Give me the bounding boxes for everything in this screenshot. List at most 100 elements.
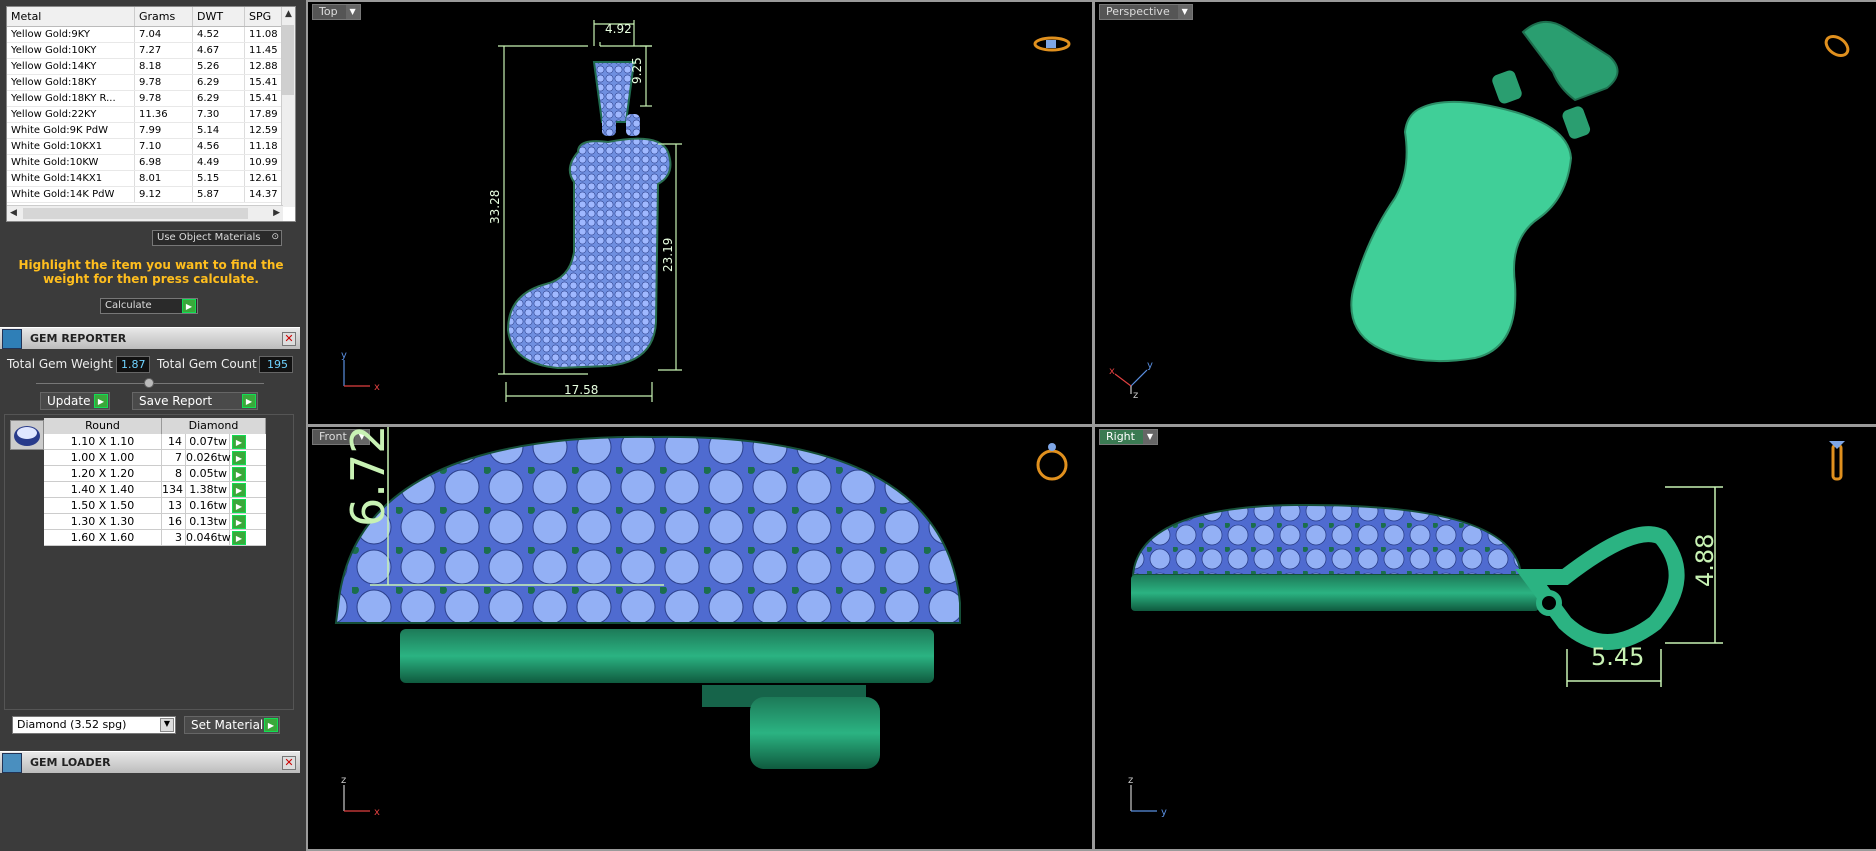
select-gem-icon[interactable]: ▶	[232, 435, 246, 449]
splitter-handle-icon[interactable]	[144, 378, 154, 388]
metal-cell: 9.12	[135, 187, 193, 202]
gem-reporter-header[interactable]: GEM REPORTER ✕	[0, 327, 300, 349]
header-spg[interactable]: SPG	[245, 7, 285, 26]
metal-row[interactable]: White Gold:10KW 6.98 4.49 10.99	[7, 155, 295, 171]
ring-icon[interactable]	[1823, 33, 1852, 60]
select-gem-icon[interactable]: ▶	[232, 467, 246, 481]
gem-loader-header[interactable]: GEM LOADER ✕	[0, 751, 300, 773]
scroll-up-icon[interactable]: ▲	[285, 9, 292, 19]
vscroll-thumb[interactable]	[282, 25, 294, 95]
select-gem-icon[interactable]: ▶	[232, 499, 246, 513]
hscroll-thumb[interactable]	[23, 208, 248, 219]
ring-upright-icon[interactable]	[1036, 443, 1068, 481]
viewport-perspective[interactable]: Perspective ▼ x y z	[1095, 2, 1876, 424]
metal-cell: White Gold:10KW	[7, 155, 135, 170]
metal-cell: 12.88	[245, 59, 285, 74]
gem-loader-title: GEM LOADER	[30, 756, 111, 769]
metal-row[interactable]: Yellow Gold:14KY 8.18 5.26 12.88	[7, 59, 295, 75]
viewport-top[interactable]: Top ▼ 4.92 9.25 33.28 23.19 17.58 y x	[308, 2, 1092, 424]
select-gem-icon[interactable]: ▶	[232, 451, 246, 465]
dim-front-height: 6.72	[341, 427, 395, 527]
metal-table-hscroll[interactable]: ◀ ▶	[7, 205, 283, 221]
gem-cell: 1.30 X 1.30	[44, 514, 162, 529]
metal-row[interactable]: Yellow Gold:9KY 7.04 4.52 11.08	[7, 27, 295, 43]
axis-triad-front: z x	[341, 775, 380, 818]
gem-row[interactable]: 1.00 X 1.00 7 0.026tw ▶	[44, 450, 266, 466]
calculate-button[interactable]: Calculate ▶	[100, 298, 198, 314]
metal-row[interactable]: White Gold:9K PdW 7.99 5.14 12.59	[7, 123, 295, 139]
metal-row[interactable]: White Gold:10KX1 7.10 4.56 11.18	[7, 139, 295, 155]
metal-cell: 15.41	[245, 75, 285, 90]
axis-triad-perspective: x y z	[1109, 360, 1153, 401]
metal-row[interactable]: Yellow Gold:10KY 7.27 4.67 11.45	[7, 43, 295, 59]
select-gem-icon[interactable]: ▶	[232, 515, 246, 529]
gem-cell: 0.05tw	[186, 466, 230, 481]
metal-cell: 7.99	[135, 123, 193, 138]
metal-row[interactable]: Yellow Gold:18KY 9.78 6.29 15.41	[7, 75, 295, 91]
metal-cell: 7.27	[135, 43, 193, 58]
metal-cell: 12.61	[245, 171, 285, 186]
metal-row[interactable]: White Gold:14K PdW 9.12 5.87 14.37	[7, 187, 295, 203]
metal-cell: Yellow Gold:18KY R...	[7, 91, 135, 106]
gem-row[interactable]: 1.10 X 1.10 14 0.07tw ▶	[44, 434, 266, 450]
gem-reporter-icon	[2, 329, 22, 349]
metal-cell: White Gold:14KX1	[7, 171, 135, 186]
gem-cell: 134	[162, 482, 186, 497]
round-diamond-icon[interactable]	[10, 420, 44, 450]
header-stone: Diamond	[162, 418, 266, 434]
dim-top-body-width: 17.58	[564, 383, 598, 397]
scroll-right-icon[interactable]: ▶	[273, 208, 280, 218]
total-gem-count-label: Total Gem Count	[157, 357, 257, 371]
update-button[interactable]: Update ▶	[40, 392, 110, 410]
gem-row[interactable]: 1.20 X 1.20 8 0.05tw ▶	[44, 466, 266, 482]
set-material-button[interactable]: Set Material ▶	[184, 716, 280, 734]
metal-row[interactable]: White Gold:14KX1 8.01 5.15 12.61	[7, 171, 295, 187]
metal-cell: 6.29	[193, 75, 245, 90]
gem-row[interactable]: 1.40 X 1.40 134 1.38tw ▶	[44, 482, 266, 498]
stocking-perspective-view	[1350, 21, 1619, 363]
metal-cell: 17.89	[245, 107, 285, 122]
metal-cell: 5.26	[193, 59, 245, 74]
gem-cell: 8	[162, 466, 186, 481]
metal-row[interactable]: Yellow Gold:18KY R... 9.78 6.29 15.41	[7, 91, 295, 107]
ring-icon[interactable]	[1033, 36, 1071, 52]
play-icon: ▶	[242, 394, 256, 408]
viewport-right[interactable]: Right ▼ 4.88 5.45 z y	[1095, 427, 1876, 849]
metal-cell: 15.41	[245, 91, 285, 106]
stocking-front-view	[334, 435, 961, 769]
axis-label: z	[341, 775, 346, 786]
chevron-down-icon[interactable]: ▼	[160, 718, 174, 732]
header-grams[interactable]: Grams	[135, 7, 193, 26]
metal-weight-table[interactable]: Metal Grams DWT SPG Yellow Gold:9KY 7.04 4…	[6, 6, 296, 222]
stocking-top-view	[506, 61, 672, 370]
metal-cell: 11.36	[135, 107, 193, 122]
gem-cell: 13	[162, 498, 186, 513]
close-icon[interactable]: ✕	[282, 332, 296, 346]
gem-cell: 1.00 X 1.00	[44, 450, 162, 465]
gem-row[interactable]: 1.60 X 1.60 3 0.046tw ▶	[44, 530, 266, 546]
gem-row[interactable]: 1.50 X 1.50 13 0.16tw ▶	[44, 498, 266, 514]
metal-row[interactable]: Yellow Gold:22KY 11.36 7.30 17.89	[7, 107, 295, 123]
select-gem-icon[interactable]: ▶	[232, 483, 246, 497]
material-select[interactable]: Diamond (3.52 spg) ▼	[12, 716, 176, 734]
select-gem-icon[interactable]: ▶	[232, 531, 246, 545]
header-metal[interactable]: Metal	[7, 7, 135, 26]
metal-cell: 6.29	[193, 91, 245, 106]
gem-loader-icon	[2, 753, 22, 773]
metal-cell: White Gold:9K PdW	[7, 123, 135, 138]
dim-right-height: 4.88	[1691, 534, 1719, 587]
viewport-front[interactable]: Front ▼ 6.72 z x	[308, 427, 1092, 849]
header-dwt[interactable]: DWT	[193, 7, 245, 26]
scroll-left-icon[interactable]: ◀	[10, 208, 17, 218]
gem-cell: 16	[162, 514, 186, 529]
use-object-materials-button[interactable]: Use Object Materials ⊙	[152, 230, 282, 246]
ring-side-icon[interactable]	[1829, 441, 1845, 481]
gem-report-table[interactable]: Round Diamond 1.10 X 1.10 14 0.07tw ▶ 1.00 X…	[44, 418, 266, 546]
gem-cell: 0.16tw	[186, 498, 230, 513]
gem-rows: 1.10 X 1.10 14 0.07tw ▶ 1.00 X 1.00 7 0.026tw ▶…	[44, 434, 266, 546]
gem-row[interactable]: 1.30 X 1.30 16 0.13tw ▶	[44, 514, 266, 530]
close-icon[interactable]: ✕	[282, 756, 296, 770]
metal-table-vscroll[interactable]: ▲	[281, 7, 295, 207]
save-report-button[interactable]: Save Report ▶	[132, 392, 258, 410]
metal-cell: White Gold:14K PdW	[7, 187, 135, 202]
